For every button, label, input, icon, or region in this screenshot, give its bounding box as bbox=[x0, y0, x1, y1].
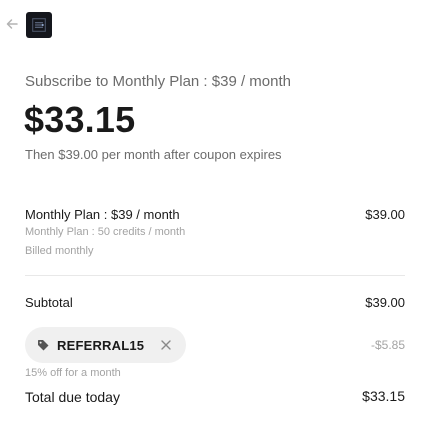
close-icon[interactable] bbox=[160, 339, 172, 351]
coupon-description: 15% off for a month bbox=[25, 367, 121, 379]
total-due-amount: $33.15 bbox=[362, 388, 405, 404]
line-item-billing: Billed monthly bbox=[25, 245, 94, 257]
total-due-label: Total due today bbox=[25, 389, 120, 405]
recurring-price-note: Then $39.00 per month after coupon expir… bbox=[25, 147, 282, 162]
plan-title: Subscribe to Monthly Plan : $39 / month bbox=[25, 73, 291, 90]
line-item-amount: $39.00 bbox=[365, 207, 405, 222]
line-item-name: Monthly Plan : $39 / month bbox=[25, 207, 180, 222]
discount-amount: -$5.85 bbox=[370, 338, 405, 352]
total-price-heading: $33.15 bbox=[24, 99, 136, 140]
coupon-code: REFERRAL15 bbox=[57, 337, 145, 353]
subtotal-amount: $39.00 bbox=[365, 295, 405, 310]
line-item-description: Monthly Plan : 50 credits / month bbox=[25, 226, 186, 238]
app-logo-icon bbox=[26, 12, 52, 38]
coupon-pill: REFERRAL15 bbox=[25, 327, 187, 363]
subtotal-label: Subtotal bbox=[25, 295, 73, 310]
arrow-left-icon[interactable] bbox=[5, 17, 19, 31]
tag-icon bbox=[37, 339, 49, 351]
divider bbox=[25, 275, 405, 276]
